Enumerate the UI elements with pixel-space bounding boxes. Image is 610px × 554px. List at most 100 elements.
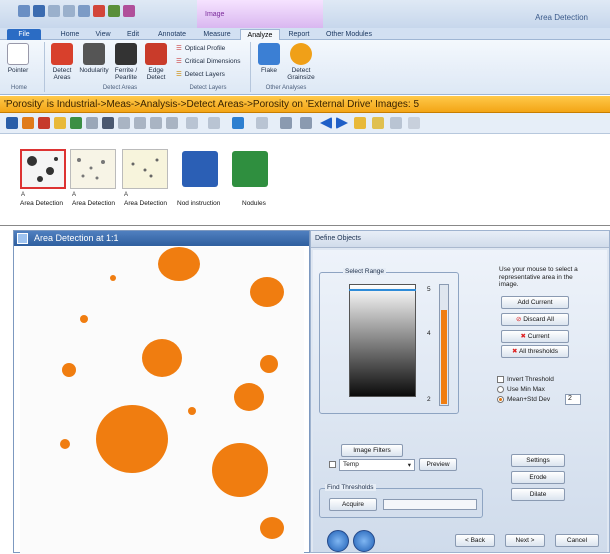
folder-icon[interactable]	[54, 117, 66, 129]
next-button[interactable]: Next >	[505, 534, 545, 547]
grid-view-icon[interactable]	[70, 117, 82, 129]
image-panel-header: Area Detection at 1:1	[14, 231, 309, 246]
xy-detect-icon	[51, 43, 73, 65]
export-icon[interactable]	[123, 5, 135, 17]
cancel-button[interactable]: Cancel	[555, 534, 599, 547]
threshold-line	[349, 289, 416, 291]
tab-annotate[interactable]: Annotate	[152, 29, 192, 40]
redo-icon[interactable]	[63, 5, 75, 17]
edit-image-icon[interactable]	[372, 117, 384, 129]
discard-all-label: Discard All	[523, 316, 554, 323]
grid-options-icon[interactable]	[186, 117, 198, 129]
measure-icon[interactable]	[208, 117, 220, 129]
preview-button[interactable]: Preview	[419, 458, 457, 471]
group-separator	[44, 42, 45, 92]
refresh-icon[interactable]	[232, 117, 244, 129]
open-icon[interactable]	[22, 117, 34, 129]
zoom-out-icon[interactable]	[353, 530, 375, 552]
thumbnail-label: Nodules	[242, 200, 266, 207]
zoom-in-icon[interactable]	[327, 530, 349, 552]
all-thresholds-button[interactable]: ✖ All thresholds	[501, 345, 569, 358]
copy-icon[interactable]	[118, 117, 130, 129]
image-icon[interactable]	[108, 5, 120, 17]
thumbnail-5[interactable]	[228, 149, 274, 189]
view-icon[interactable]	[6, 117, 18, 129]
eye-icon[interactable]	[166, 117, 178, 129]
ferrite-icon	[115, 43, 137, 65]
tool-icon[interactable]	[86, 117, 98, 129]
tab-analyze[interactable]: Analyze	[240, 29, 280, 40]
detect-areas-button[interactable]: Detect Areas	[47, 43, 77, 81]
remove-current-button[interactable]: ✖ Current	[501, 330, 569, 343]
tab-home[interactable]: Home	[55, 29, 85, 40]
save-folder-icon[interactable]	[354, 117, 366, 129]
thumbnail-1[interactable]	[20, 149, 66, 189]
dilate-button[interactable]: Dilate	[511, 488, 565, 501]
thumbnail-3[interactable]	[122, 149, 168, 189]
detect-layers-label: Detect Layers	[184, 70, 225, 78]
critical-dimensions-label: Critical Dimensions	[184, 57, 241, 65]
erode-button[interactable]: Erode	[511, 471, 565, 484]
word-document-icon	[182, 151, 218, 187]
edge-detect-button[interactable]: Edge Detect	[141, 43, 171, 81]
acquire-button[interactable]: Acquire	[329, 498, 377, 511]
pointer-label: Pointer	[7, 67, 29, 74]
pore-blob	[234, 383, 264, 411]
optical-profile-button[interactable]: ☰ Optical Profile	[176, 44, 225, 53]
next-arrow-icon[interactable]	[336, 117, 348, 129]
mean-std-radio[interactable]	[497, 396, 504, 403]
filter-select[interactable]: Temp ▾	[339, 459, 415, 471]
tag-icon[interactable]	[280, 117, 292, 129]
histogram-gradient[interactable]	[349, 284, 416, 397]
excel-document-icon	[232, 151, 268, 187]
group-label-home: Home	[10, 85, 27, 91]
grid-icon[interactable]	[78, 5, 90, 17]
back-button[interactable]: < Back	[455, 534, 495, 547]
at-icon[interactable]	[300, 117, 312, 129]
acquire-slider[interactable]	[383, 499, 477, 510]
std-dev-input[interactable]: 2	[565, 394, 581, 405]
settings-icon[interactable]	[408, 117, 420, 129]
tab-edit[interactable]: Edit	[121, 29, 145, 40]
filter-icon[interactable]	[150, 117, 162, 129]
use-min-max-radio[interactable]	[497, 386, 504, 393]
detect-layers-button[interactable]: ☰ Detect Layers	[176, 70, 225, 79]
image-filters-button[interactable]: Image Filters	[341, 444, 403, 457]
ferrite-pearlite-button[interactable]: Ferrite / Pearlite	[111, 43, 141, 81]
detect-grainsize-label: Detect Grainsize	[287, 67, 315, 81]
flake-button[interactable]: Flake	[254, 43, 284, 74]
thumbnail-2-image	[77, 158, 105, 180]
filter-enable-checkbox[interactable]	[329, 461, 336, 468]
image-canvas[interactable]	[20, 247, 304, 554]
pore-blob	[96, 405, 168, 473]
add-current-button[interactable]: Add Current	[501, 296, 569, 309]
pointer-button[interactable]: Pointer	[3, 43, 33, 74]
close-image-icon[interactable]	[93, 5, 105, 17]
thumbnail-4[interactable]	[178, 149, 224, 189]
tab-view[interactable]: View	[90, 29, 116, 40]
previous-arrow-icon[interactable]	[320, 117, 332, 129]
discard-all-button[interactable]: ⊘ Discard All	[501, 313, 569, 326]
nodularity-button[interactable]: Nodularity	[77, 43, 111, 74]
undo-icon[interactable]	[48, 5, 60, 17]
detect-grainsize-button[interactable]: Detect Grainsize	[284, 43, 318, 81]
camera-icon[interactable]	[102, 117, 114, 129]
invert-threshold-checkbox[interactable]	[497, 376, 504, 383]
define-objects-header: Define Objects	[311, 231, 609, 248]
pointer-icon[interactable]	[18, 5, 30, 17]
save-icon[interactable]	[33, 5, 45, 17]
stamp-icon[interactable]	[38, 117, 50, 129]
print-icon[interactable]	[134, 117, 146, 129]
range-slider-fill	[441, 310, 447, 404]
settings-button[interactable]: Settings	[511, 454, 565, 467]
tab-file[interactable]: File	[7, 29, 41, 40]
window-icon[interactable]	[390, 117, 402, 129]
document-icon[interactable]	[256, 117, 268, 129]
tab-report[interactable]: Report	[284, 29, 314, 40]
tab-measure[interactable]: Measure	[197, 29, 237, 40]
thumbnail-2[interactable]	[70, 149, 116, 189]
critical-dimensions-button[interactable]: ☰ Critical Dimensions	[176, 57, 241, 66]
pore-blob	[250, 277, 284, 307]
group-separator	[250, 42, 251, 92]
tab-other-modules[interactable]: Other Modules	[323, 29, 375, 40]
